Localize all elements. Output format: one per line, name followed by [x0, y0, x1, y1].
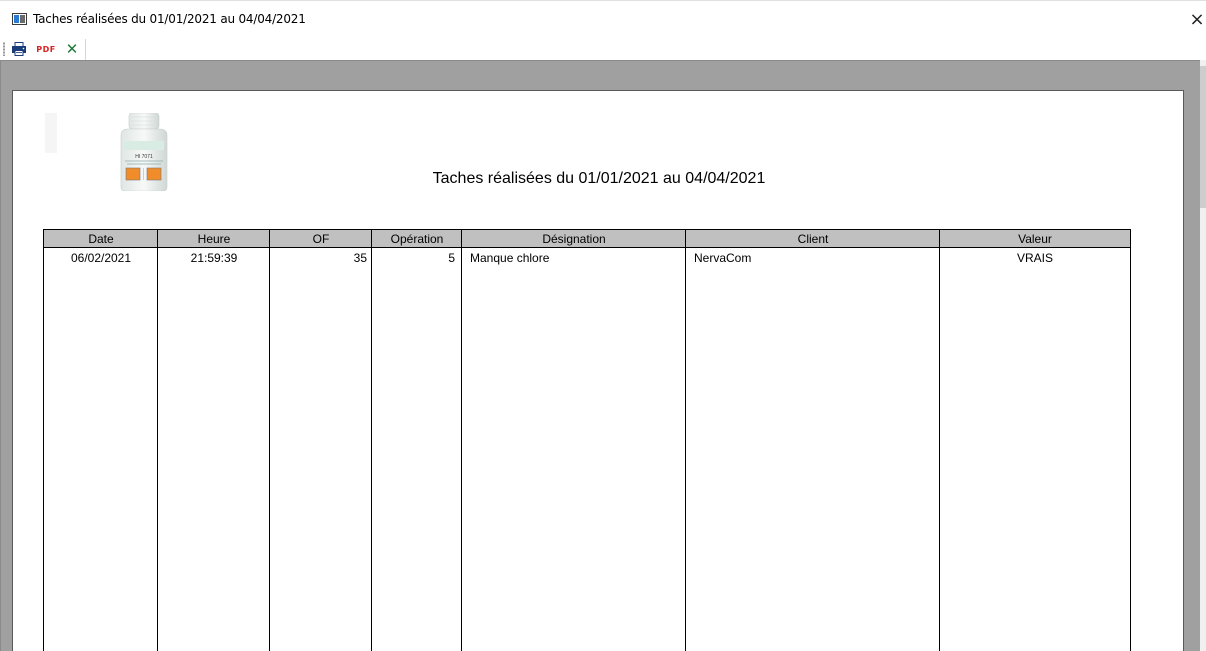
header-heure: Heure — [197, 232, 231, 246]
column-date — [44, 230, 158, 651]
window-title: Taches réalisées du 01/01/2021 au 04/04/… — [33, 12, 306, 26]
scrollbar-thumb[interactable] — [1200, 66, 1206, 208]
column-heure — [158, 230, 270, 651]
cell-of: 35 — [353, 251, 367, 265]
column-of — [270, 230, 372, 651]
report-preview-area[interactable]: HI 7071 Taches réalisées du 01/01/2021 a… — [0, 60, 1200, 651]
title-bar: Taches réalisées du 01/01/2021 au 04/04/… — [0, 0, 1206, 30]
report-table: Date Heure OF Opération Désignation Clie… — [43, 229, 1131, 651]
header-designation: Désignation — [542, 232, 606, 246]
app-window-icon — [12, 13, 27, 25]
column-designation — [462, 230, 686, 651]
report-page: HI 7071 Taches réalisées du 01/01/2021 a… — [12, 90, 1184, 651]
cell-client: NervaCom — [694, 251, 752, 265]
pdf-export-button[interactable]: PDF — [33, 39, 59, 59]
logo-placeholder — [45, 113, 57, 153]
cell-designation: Manque chlore — [470, 251, 550, 265]
toolbar: PDF ✕ — [0, 30, 1200, 60]
header-of: OF — [312, 232, 330, 246]
printer-icon — [12, 42, 26, 56]
close-button[interactable]: × — [1188, 9, 1206, 31]
cell-operation: 5 — [448, 251, 455, 265]
print-button[interactable] — [10, 39, 28, 59]
toolbar-group: PDF ✕ — [3, 39, 86, 60]
toolbar-grip[interactable] — [3, 42, 5, 56]
header-date: Date — [88, 232, 114, 246]
cell-valeur: VRAIS — [1016, 251, 1053, 265]
report-title: Taches réalisées du 01/01/2021 au 04/04/… — [432, 170, 766, 187]
header-valeur: Valeur — [1018, 232, 1052, 246]
excel-export-button[interactable]: ✕ — [63, 39, 81, 59]
cell-heure: 21:59:39 — [190, 251, 238, 265]
column-client — [686, 230, 940, 651]
logo-text: HI 7071 — [135, 154, 153, 160]
vertical-scrollbar[interactable] — [1200, 60, 1206, 651]
cell-date: 06/02/2021 — [70, 251, 132, 265]
header-client: Client — [797, 232, 829, 246]
header-operation: Opération — [390, 232, 444, 246]
column-operation — [372, 230, 462, 651]
